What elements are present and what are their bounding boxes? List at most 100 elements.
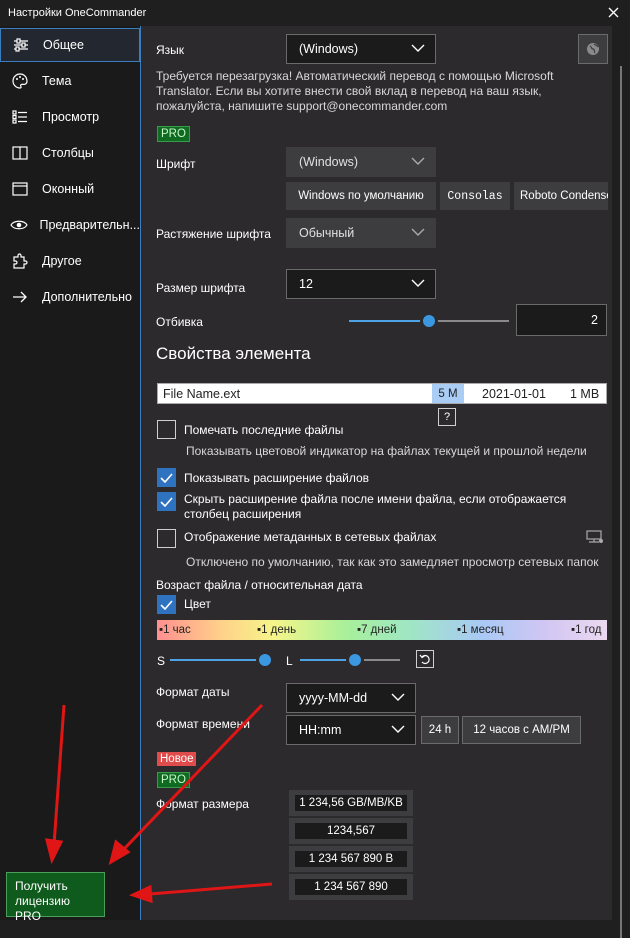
sidebar-item-advanced[interactable]: Дополнительно	[0, 280, 140, 314]
window-icon	[6, 182, 34, 196]
hide-extension-checkbox[interactable]	[157, 492, 176, 511]
age-color-scale: ▪1 час ▪1 день ▪7 дней ▪1 месяц ▪1 год	[157, 620, 607, 640]
saturation-slider[interactable]	[170, 650, 274, 670]
date-format-dropdown[interactable]: yyyy-MM-dd	[286, 683, 416, 713]
padding-slider-knob[interactable]	[420, 312, 438, 330]
sidebar-item-columns[interactable]: Столбцы	[0, 136, 140, 170]
pro-badge: PRO	[157, 126, 190, 142]
age-scale-week: ▪7 дней	[357, 624, 397, 636]
checkmark-icon	[160, 599, 173, 610]
hide-extension-label: Скрыть расширение файла после имени файл…	[184, 492, 567, 521]
network-metadata-label: Отображение метаданных в сетевых файлах	[184, 530, 437, 544]
padding-input[interactable]: 2	[516, 304, 607, 336]
network-metadata-note: Отключено по умолчанию, так как это заме…	[186, 555, 599, 569]
sidebar-item-theme[interactable]: Тема	[0, 64, 140, 98]
size-format-option-text: 1234,567	[295, 823, 407, 839]
preview-age-badge: 5 M	[432, 384, 464, 403]
checkmark-icon	[160, 472, 173, 483]
new-badge: Новое	[157, 752, 197, 766]
sidebar-item-view[interactable]: Просмотр	[0, 100, 140, 134]
sidebar-item-label: Предварительн...	[39, 218, 140, 232]
chevron-down-icon	[411, 279, 425, 287]
sidebar-item-windowed[interactable]: Оконный	[0, 172, 140, 206]
file-age-color-checkbox[interactable]	[157, 595, 176, 614]
arrow-right-icon	[6, 291, 34, 303]
close-icon	[608, 7, 618, 17]
padding-slider[interactable]	[349, 311, 509, 331]
size-format-option-text: 1 234,56 GB/MB/KB	[295, 795, 407, 811]
lightness-label: L	[286, 654, 293, 668]
sidebar-item-label: Столбцы	[42, 146, 94, 160]
font-stretch-dropdown[interactable]: Обычный	[286, 218, 436, 248]
age-scale-hour: ▪1 час	[159, 624, 191, 636]
font-label: Шрифт	[156, 157, 196, 171]
sidebar-item-other[interactable]: Другое	[0, 244, 140, 278]
time-24h-button[interactable]: 24 h	[421, 716, 459, 744]
mark-recent-checkbox[interactable]	[157, 420, 176, 439]
sidebar-item-label: Оконный	[42, 182, 95, 196]
font-stretch-value: Обычный	[299, 226, 355, 240]
time-format-value: HH:mm	[299, 723, 342, 737]
file-age-label: Возраст файла / относительная дата	[156, 578, 363, 592]
translate-button[interactable]	[578, 34, 608, 64]
network-metadata-checkbox[interactable]	[157, 529, 176, 548]
font-stretch-label: Растяжение шрифта	[156, 227, 271, 241]
chevron-down-icon	[411, 44, 425, 52]
padding-label: Отбивка	[156, 315, 203, 329]
sliders-icon	[7, 38, 35, 52]
saturation-label: S	[157, 654, 166, 668]
lightness-slider[interactable]	[300, 650, 400, 670]
reset-colors-button[interactable]	[416, 650, 434, 668]
help-button[interactable]: ?	[438, 408, 456, 426]
file-preview-row: File Name.ext 5 M 2021-01-01 1 MB	[157, 383, 607, 404]
sidebar-item-preview[interactable]: Предварительн...	[0, 208, 140, 242]
font-preset-windows-default[interactable]: Windows по умолчанию	[286, 182, 436, 210]
puzzle-icon	[6, 253, 34, 269]
chevron-down-icon	[391, 725, 405, 733]
list-icon	[6, 110, 34, 124]
sidebar-item-label: Дополнительно	[42, 290, 132, 304]
sidebar-item-general[interactable]: Общее	[0, 28, 140, 62]
mark-recent-note: Показывать цветовой индикатор на файлах …	[186, 444, 587, 458]
language-value: (Windows)	[299, 42, 359, 56]
close-button[interactable]	[604, 2, 622, 22]
age-scale-year: ▪1 год	[571, 624, 602, 636]
show-extension-checkbox[interactable]	[157, 468, 176, 487]
chevron-down-icon	[411, 157, 425, 165]
font-size-dropdown[interactable]: 12	[286, 269, 436, 299]
scrollbar[interactable]	[612, 26, 630, 938]
age-scale-day: ▪1 день	[257, 624, 297, 636]
title-bar: Настройки OneCommander	[0, 0, 630, 26]
font-value: (Windows)	[299, 155, 359, 169]
file-age-color-label: Цвет	[184, 597, 211, 611]
preview-file-name: File Name.ext	[163, 387, 241, 401]
size-format-option-3[interactable]: 1 234 567 890 B	[289, 846, 413, 872]
chevron-down-icon	[411, 228, 425, 236]
scrollbar-thumb[interactable]	[620, 66, 622, 938]
font-dropdown[interactable]: (Windows)	[286, 147, 436, 177]
sidebar-item-label: Другое	[42, 254, 82, 268]
checkmark-icon	[160, 496, 173, 507]
age-scale-month: ▪1 месяц	[457, 624, 504, 636]
globe-icon	[587, 43, 599, 55]
language-dropdown[interactable]: (Windows)	[286, 34, 436, 64]
preview-date: 2021-01-01	[482, 387, 546, 401]
language-note: Требуется перезагрузка! Автоматический п…	[156, 69, 554, 113]
font-preset-consolas[interactable]: Consolas	[440, 182, 510, 210]
sidebar: Общее Тема Просмотр Столбцы Оконный Пред…	[0, 26, 140, 920]
saturation-slider-knob[interactable]	[256, 651, 274, 669]
font-preset-roboto-condensed[interactable]: Roboto Condensed	[514, 182, 608, 210]
lightness-slider-knob[interactable]	[346, 651, 364, 669]
size-format-option-2[interactable]: 1234,567	[289, 818, 413, 844]
window-title: Настройки OneCommander	[8, 7, 147, 19]
size-format-option-1[interactable]: 1 234,56 GB/MB/KB	[289, 790, 413, 816]
size-format-option-4[interactable]: 1 234 567 890	[289, 874, 413, 900]
sidebar-item-label: Общее	[43, 38, 84, 52]
get-pro-license-button[interactable]: Получить лицензию PRO	[6, 872, 105, 923]
time-12h-button[interactable]: 12 часов с AM/PM	[462, 716, 581, 744]
mark-recent-label: Помечать последние файлы	[184, 423, 344, 437]
size-format-label: Формат размера	[156, 797, 249, 811]
time-format-dropdown[interactable]: HH:mm	[286, 715, 416, 745]
undo-icon	[419, 654, 430, 665]
date-format-label: Формат даты	[156, 685, 230, 699]
